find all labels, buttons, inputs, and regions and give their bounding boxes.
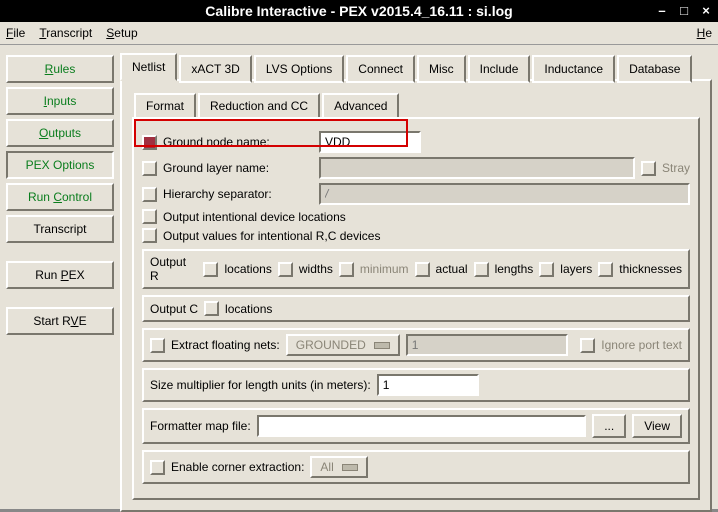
r-thick-chk[interactable] — [598, 262, 613, 277]
out-loc-checkbox[interactable] — [142, 209, 157, 224]
browse-button[interactable]: ... — [592, 414, 626, 438]
netlist-panel: Format Reduction and CC Advanced Ground … — [120, 79, 712, 512]
run-pex-button[interactable]: Run PEX — [6, 261, 114, 289]
map-file-group: Formatter map file: ... View — [142, 408, 690, 444]
view-button[interactable]: View — [632, 414, 682, 438]
sidebar-outputs[interactable]: Outputs — [6, 119, 114, 147]
top-tabs: Netlist xACT 3D LVS Options Connect Misc… — [120, 53, 712, 81]
ignore-port-chk[interactable] — [580, 338, 595, 353]
output-c-label: Output C — [150, 302, 198, 316]
sidebar-pex-options[interactable]: PEX Options — [6, 151, 114, 179]
tab-inductance[interactable]: Inductance — [532, 55, 615, 83]
ground-layer-checkbox[interactable] — [142, 161, 157, 176]
minimize-icon[interactable]: – — [654, 2, 670, 18]
r-locations-chk[interactable] — [203, 262, 218, 277]
hierarchy-label: Hierarchy separator: — [163, 187, 313, 201]
hierarchy-checkbox[interactable] — [142, 187, 157, 202]
r-layers-chk[interactable] — [539, 262, 554, 277]
r-widths-chk[interactable] — [278, 262, 293, 277]
tab-misc[interactable]: Misc — [417, 55, 466, 83]
ground-node-checkbox[interactable] — [142, 135, 157, 150]
tab-connect[interactable]: Connect — [346, 55, 415, 83]
tab-netlist[interactable]: Netlist — [120, 53, 177, 81]
stray-label: Stray — [662, 161, 690, 175]
titlebar: Calibre Interactive - PEX v2015.4_16.11 … — [0, 0, 718, 22]
corner-dropdown[interactable]: All — [310, 456, 367, 478]
size-mult-input[interactable] — [377, 374, 479, 396]
size-mult-label: Size multiplier for length units (in met… — [150, 378, 371, 392]
out-vals-label: Output values for intentional R,C device… — [163, 229, 380, 243]
stray-checkbox[interactable] — [641, 161, 656, 176]
out-vals-checkbox[interactable] — [142, 228, 157, 243]
out-loc-label: Output intentional device locations — [163, 210, 346, 224]
extract-float-label: Extract floating nets: — [171, 338, 280, 352]
format-panel: Ground node name: Ground layer name: Str… — [132, 117, 700, 500]
sidebar-rules[interactable]: Rules — [6, 55, 114, 83]
enable-corner-label: Enable corner extraction: — [171, 460, 304, 474]
output-r-group: Output R locations widths minimum actual… — [142, 249, 690, 289]
menu-help[interactable]: He — [697, 26, 712, 40]
enable-corner-chk[interactable] — [150, 460, 165, 475]
sidebar-transcript[interactable]: Transcript — [6, 215, 114, 243]
c-locations-chk[interactable] — [204, 301, 219, 316]
menu-setup[interactable]: Setup — [106, 26, 137, 40]
output-r-label: Output R — [150, 255, 197, 283]
map-file-input[interactable] — [257, 415, 586, 437]
grounded-dropdown[interactable]: GROUNDED — [286, 334, 400, 356]
menu-file[interactable]: File — [6, 26, 25, 40]
tab-database[interactable]: Database — [617, 55, 692, 83]
output-c-group: Output C locations — [142, 295, 690, 322]
menubar: File Transcript Setup He — [0, 22, 718, 45]
start-rve-button[interactable]: Start RVE — [6, 307, 114, 335]
tab-xact3d[interactable]: xACT 3D — [179, 55, 251, 83]
ground-layer-label: Ground layer name: — [163, 161, 313, 175]
sidebar: Rules Inputs Outputs PEX Options Run Con… — [0, 45, 120, 509]
ignore-port-label: Ignore port text — [601, 338, 682, 352]
close-icon[interactable]: × — [698, 2, 714, 18]
extract-floating-group: Extract floating nets: GROUNDED Ignore p… — [142, 328, 690, 362]
r-minimum-chk[interactable] — [339, 262, 354, 277]
sidebar-run-control[interactable]: Run Control — [6, 183, 114, 211]
subtab-format[interactable]: Format — [134, 93, 196, 119]
maximize-icon[interactable]: □ — [676, 2, 692, 18]
tab-include[interactable]: Include — [468, 55, 531, 83]
size-mult-group: Size multiplier for length units (in met… — [142, 368, 690, 402]
menu-transcript[interactable]: Transcript — [39, 26, 92, 40]
hierarchy-input — [319, 183, 690, 205]
extract-float-chk[interactable] — [150, 338, 165, 353]
sub-tabs: Format Reduction and CC Advanced — [134, 93, 700, 119]
ground-node-label: Ground node name: — [163, 135, 313, 149]
tab-lvs-options[interactable]: LVS Options — [254, 55, 344, 83]
subtab-reduction[interactable]: Reduction and CC — [198, 93, 320, 119]
r-lengths-chk[interactable] — [474, 262, 489, 277]
ground-layer-input — [319, 157, 635, 179]
corner-group: Enable corner extraction: All — [142, 450, 690, 484]
map-file-label: Formatter map file: — [150, 419, 251, 433]
sidebar-inputs[interactable]: Inputs — [6, 87, 114, 115]
subtab-advanced[interactable]: Advanced — [322, 93, 399, 119]
ground-node-input[interactable] — [319, 131, 421, 153]
float-value-input — [406, 334, 568, 356]
r-actual-chk[interactable] — [415, 262, 430, 277]
main-panel: Netlist xACT 3D LVS Options Connect Misc… — [120, 45, 718, 509]
window-title: Calibre Interactive - PEX v2015.4_16.11 … — [205, 3, 512, 19]
